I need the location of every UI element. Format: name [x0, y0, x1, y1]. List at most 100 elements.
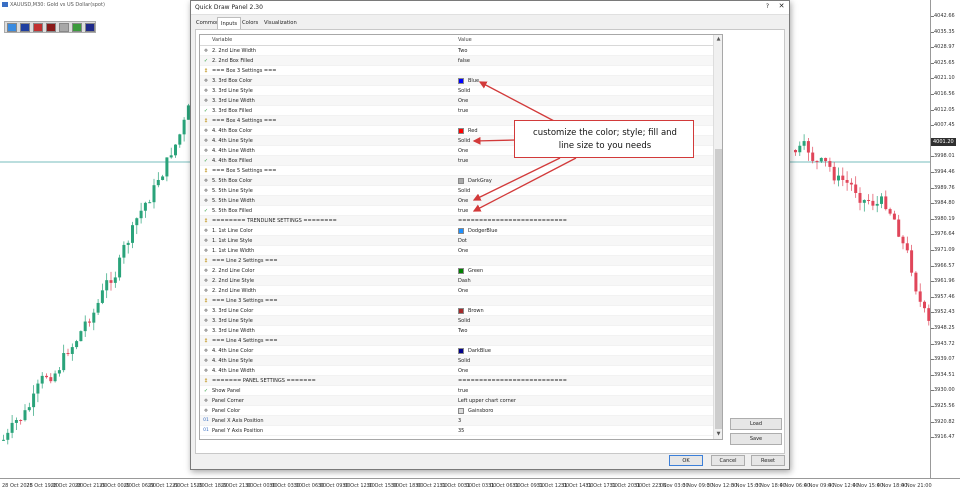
- input-row[interactable]: 01 Panel X Axis Position 3: [200, 416, 713, 426]
- input-row[interactable]: ❖ 3. 3rd Line Style Solid: [200, 86, 713, 96]
- input-row-value[interactable]: One: [458, 98, 468, 104]
- input-row[interactable]: ❖ 1. 1st Line Color DodgerBlue: [200, 226, 713, 236]
- price-axis[interactable]: 4042.66 4035.35 4028.97 4025.65 4021.10 4016.…: [930, 0, 960, 478]
- input-row-value[interactable]: One: [458, 288, 468, 294]
- input-row[interactable]: ✓ Show Panel true: [200, 386, 713, 396]
- quick-draw-panel[interactable]: [4, 21, 96, 33]
- input-row[interactable]: ❖ 3. 3rd Line Color Brown: [200, 306, 713, 316]
- input-row[interactable]: ✓ 3. 3rd Box Filled true: [200, 106, 713, 116]
- input-row[interactable]: ‡ === Line 4 Settings ===: [200, 336, 713, 346]
- help-icon[interactable]: ?: [763, 3, 772, 10]
- dialog-titlebar[interactable]: Quick Draw Panel 2.30 ? ✕: [191, 1, 789, 15]
- color-swatch[interactable]: [458, 348, 464, 354]
- input-row[interactable]: ❖ 5. 5th Line Style Solid: [200, 186, 713, 196]
- input-row[interactable]: ❖ Panel Color Gainsboro: [200, 406, 713, 416]
- input-row-value[interactable]: ==========================: [458, 218, 567, 224]
- input-row[interactable]: ‡ ======= PANEL SETTINGS ======= =========…: [200, 376, 713, 386]
- input-row-value[interactable]: Solid: [458, 358, 470, 364]
- input-row-value[interactable]: Green: [468, 268, 483, 274]
- input-row-value[interactable]: Dot: [458, 238, 467, 244]
- input-row-value[interactable]: ==========================: [458, 378, 567, 384]
- input-row[interactable]: ❖ 2. 2nd Line Style Dash: [200, 276, 713, 286]
- input-row-value[interactable]: false: [458, 58, 470, 64]
- quick-color-button[interactable]: [33, 23, 43, 32]
- scroll-down-icon[interactable]: ▼: [714, 430, 722, 439]
- color-swatch[interactable]: [458, 228, 464, 234]
- save-button[interactable]: Save: [730, 433, 782, 445]
- input-row[interactable]: ‡ === Box 5 Settings ===: [200, 166, 713, 176]
- input-row[interactable]: ❖ 3. 3rd Line Style Solid: [200, 316, 713, 326]
- input-row-value[interactable]: One: [458, 198, 468, 204]
- input-row-value[interactable]: Red: [468, 128, 478, 134]
- input-row-value[interactable]: Solid: [458, 188, 470, 194]
- input-row-value[interactable]: One: [458, 368, 468, 374]
- input-row-value[interactable]: DarkGray: [468, 178, 492, 184]
- close-icon[interactable]: ✕: [777, 2, 786, 10]
- color-swatch[interactable]: [458, 268, 464, 274]
- time-axis[interactable]: 28 Oct 2025 28 Oct 19:00 28 Oct 20:00 28 Oc…: [0, 478, 960, 492]
- grid-scrollbar[interactable]: ▲ ▼: [713, 35, 722, 439]
- input-row-value[interactable]: Blue: [468, 78, 479, 84]
- input-row[interactable]: ❖ 5. 5th Line Width One: [200, 196, 713, 206]
- input-row[interactable]: ‡ === Line 3 Settings ===: [200, 296, 713, 306]
- input-row[interactable]: ❖ 3. 3rd Line Width Two: [200, 326, 713, 336]
- input-row-value[interactable]: Solid: [458, 88, 470, 94]
- tab-colors[interactable]: Colors: [239, 17, 261, 29]
- color-swatch[interactable]: [458, 408, 464, 414]
- scroll-up-icon[interactable]: ▲: [714, 35, 722, 44]
- input-row[interactable]: ❖ 3. 3rd Line Width One: [200, 96, 713, 106]
- input-row[interactable]: ❖ 5. 5th Box Color DarkGray: [200, 176, 713, 186]
- column-variable[interactable]: Variable: [212, 37, 232, 43]
- input-row-value[interactable]: Dash: [458, 278, 471, 284]
- color-swatch[interactable]: [458, 128, 464, 134]
- input-row[interactable]: ❖ 2. 2nd Line Width Two: [200, 46, 713, 56]
- color-swatch[interactable]: [458, 78, 464, 84]
- input-row[interactable]: ❖ Panel Corner Left upper chart corner: [200, 396, 713, 406]
- input-row-value[interactable]: DarkBlue: [468, 348, 491, 354]
- input-row[interactable]: ‡ ======== TRENDLINE SETTINGS ======== ===…: [200, 216, 713, 226]
- input-row[interactable]: ❖ 1. 1st Line Style Dot: [200, 236, 713, 246]
- input-row-value[interactable]: Two: [458, 48, 467, 54]
- input-row[interactable]: ❖ 1. 1st Line Width One: [200, 246, 713, 256]
- scroll-thumb[interactable]: [715, 149, 722, 429]
- load-button[interactable]: Load: [730, 418, 782, 430]
- input-row-value[interactable]: Gainsboro: [468, 408, 493, 414]
- input-row[interactable]: ✓ 2. 2nd Box Filled false: [200, 56, 713, 66]
- input-row[interactable]: ❖ 4. 4th Line Color DarkBlue: [200, 346, 713, 356]
- input-row[interactable]: ❖ 3. 3rd Box Color Blue: [200, 76, 713, 86]
- quick-color-button[interactable]: [7, 23, 17, 32]
- quick-color-button[interactable]: [46, 23, 56, 32]
- input-row-value[interactable]: Left upper chart corner: [458, 398, 516, 404]
- quick-color-button[interactable]: [20, 23, 30, 32]
- input-row[interactable]: 01 Panel Y Axis Position 35: [200, 426, 713, 436]
- quick-color-button[interactable]: [59, 23, 69, 32]
- input-row[interactable]: ❖ 4. 4th Line Width One: [200, 366, 713, 376]
- input-row-value[interactable]: One: [458, 248, 468, 254]
- input-row[interactable]: ‡ === Line 2 Settings ===: [200, 256, 713, 266]
- quick-color-button[interactable]: [72, 23, 82, 32]
- input-row-value[interactable]: Brown: [468, 308, 484, 314]
- ok-button[interactable]: OK: [669, 455, 703, 466]
- input-row-value[interactable]: Solid: [458, 318, 470, 324]
- input-row-value[interactable]: 35: [458, 428, 464, 434]
- input-row-value[interactable]: true: [458, 108, 468, 114]
- reset-button[interactable]: Reset: [751, 455, 785, 466]
- input-row-value[interactable]: true: [458, 388, 468, 394]
- input-row[interactable]: ‡ === Box 3 Settings ===: [200, 66, 713, 76]
- quick-color-button[interactable]: [85, 23, 95, 32]
- input-row-value[interactable]: true: [458, 158, 468, 164]
- input-row[interactable]: ❖ 2. 2nd Line Color Green: [200, 266, 713, 276]
- input-row-value[interactable]: 3: [458, 418, 461, 424]
- input-row[interactable]: ✓ 5. 5th Box Filled true: [200, 206, 713, 216]
- input-row-value[interactable]: Solid: [458, 138, 470, 144]
- input-row-value[interactable]: Two: [458, 328, 467, 334]
- color-swatch[interactable]: [458, 178, 464, 184]
- tab-visualization[interactable]: Visualization: [261, 17, 300, 29]
- input-row-value[interactable]: true: [458, 208, 468, 214]
- color-swatch[interactable]: [458, 308, 464, 314]
- tab-inputs[interactable]: Inputs: [217, 17, 242, 29]
- input-row-value[interactable]: One: [458, 148, 468, 154]
- input-row-value[interactable]: DodgerBlue: [468, 228, 497, 234]
- input-row[interactable]: ❖ 2. 2nd Line Width One: [200, 286, 713, 296]
- column-value[interactable]: Value: [458, 37, 472, 43]
